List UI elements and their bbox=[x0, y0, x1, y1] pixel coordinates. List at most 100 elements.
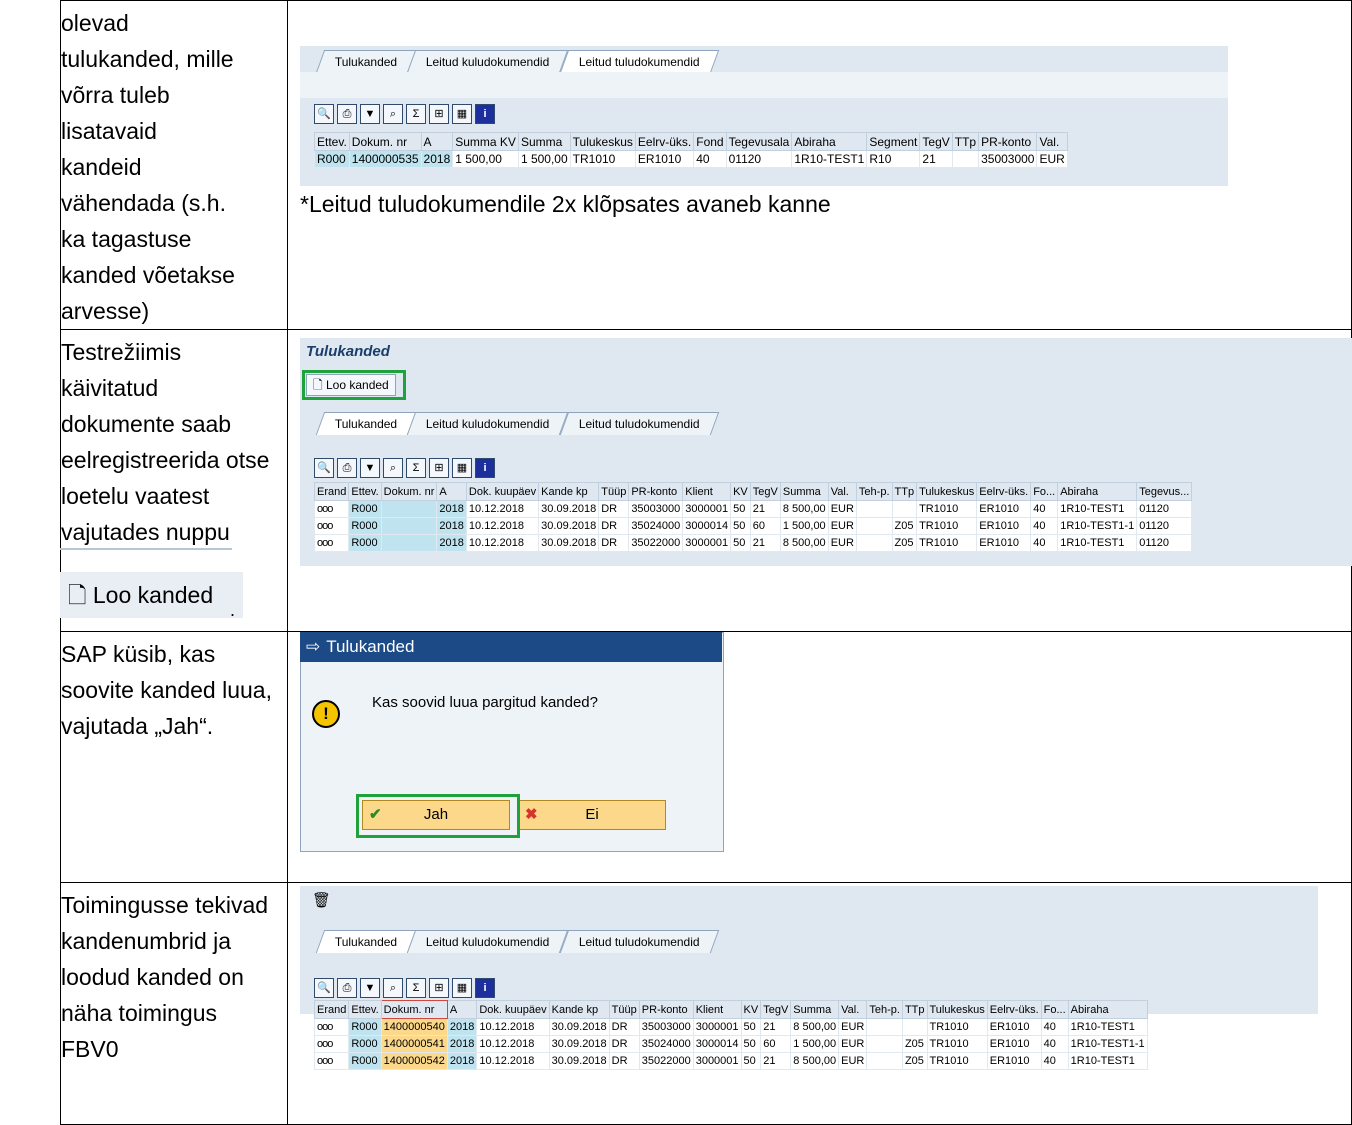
tab-tuludokumendid[interactable]: Leitud tuludokumendid bbox=[559, 50, 719, 73]
cell[interactable]: EUR bbox=[1036, 150, 1068, 168]
cell[interactable]: 30.09.2018 bbox=[538, 534, 600, 552]
cell[interactable]: 2018 bbox=[446, 1035, 478, 1053]
table-row[interactable]: ooo R000 2018 10.12.2018 30.09.2018 DR 3… bbox=[313, 534, 1193, 552]
loo-kanded-big-button[interactable]: 🗋 Loo kanded bbox=[60, 572, 244, 618]
col-header[interactable]: Dokum. nr bbox=[380, 482, 438, 501]
cell[interactable]: 1400000535 bbox=[348, 150, 422, 168]
cell[interactable] bbox=[380, 534, 438, 552]
cell[interactable]: 60 bbox=[749, 517, 781, 535]
col-header[interactable]: Tulukeskus bbox=[916, 482, 978, 501]
cell[interactable]: TR1010 bbox=[569, 150, 636, 168]
cell[interactable]: TR1010 bbox=[926, 1052, 988, 1070]
export-icon[interactable]: ⊞ bbox=[429, 978, 449, 998]
print-icon[interactable]: ⎙ bbox=[337, 978, 357, 998]
cell[interactable]: 35022000 bbox=[628, 534, 684, 552]
cell[interactable]: TR1010 bbox=[916, 534, 978, 552]
cell[interactable]: EUR bbox=[838, 1018, 868, 1036]
cell[interactable]: EUR bbox=[827, 534, 857, 552]
cell[interactable]: TR1010 bbox=[926, 1035, 988, 1053]
col-header[interactable]: A bbox=[446, 1000, 478, 1019]
cell[interactable]: 10.12.2018 bbox=[476, 1052, 550, 1070]
sum-icon[interactable]: Σ bbox=[406, 978, 426, 998]
cell[interactable]: 3000001 bbox=[692, 1052, 742, 1070]
col-header[interactable]: A bbox=[420, 132, 454, 151]
cell[interactable]: 30.09.2018 bbox=[548, 1035, 610, 1053]
cell[interactable]: EUR bbox=[838, 1035, 868, 1053]
cell[interactable]: DR bbox=[598, 500, 630, 518]
cell[interactable]: R000 bbox=[348, 1018, 382, 1036]
cell[interactable]: R000 bbox=[348, 1035, 382, 1053]
table-row[interactable]: ooo R000 1400000541 2018 10.12.2018 30.0… bbox=[313, 1035, 1148, 1053]
cell[interactable]: EUR bbox=[827, 500, 857, 518]
layout-icon[interactable]: ▦ bbox=[452, 978, 472, 998]
col-header[interactable]: Summa KV bbox=[452, 132, 519, 151]
cell[interactable]: 60 bbox=[760, 1035, 792, 1053]
tab-kuludokumendid[interactable]: Leitud kuludokumendid bbox=[407, 412, 569, 435]
info-icon[interactable]: i bbox=[475, 458, 495, 478]
cell[interactable]: ER1010 bbox=[976, 534, 1032, 552]
cell[interactable] bbox=[380, 517, 438, 535]
col-header[interactable]: Dokum. nr bbox=[348, 132, 422, 151]
cell[interactable]: 40 bbox=[1040, 1018, 1069, 1036]
cell[interactable]: 1400000540 bbox=[380, 1018, 448, 1036]
tab-kuludokumendid[interactable]: Leitud kuludokumendid bbox=[407, 50, 569, 73]
export-icon[interactable]: ⊞ bbox=[429, 104, 449, 124]
cell[interactable]: 1R10-TEST1 bbox=[1067, 1052, 1148, 1070]
cell[interactable]: 3000014 bbox=[692, 1035, 742, 1053]
sum-icon[interactable]: Σ bbox=[406, 458, 426, 478]
col-header[interactable]: Eelrv-üks. bbox=[976, 482, 1032, 501]
cell[interactable]: 2018 bbox=[446, 1052, 478, 1070]
col-header[interactable]: Val. bbox=[838, 1000, 868, 1019]
col-header[interactable]: Segment bbox=[866, 132, 921, 151]
cell[interactable]: TR1010 bbox=[916, 500, 978, 518]
cell[interactable]: Z05 bbox=[891, 534, 918, 552]
col-header[interactable]: Kande kp bbox=[538, 482, 600, 501]
filter-icon[interactable]: ▼ bbox=[360, 978, 380, 998]
cell[interactable] bbox=[855, 534, 893, 552]
cell[interactable]: 01120 bbox=[1136, 500, 1193, 518]
col-header[interactable]: PR-konto bbox=[628, 482, 684, 501]
col-header[interactable]: Abiraha bbox=[1067, 1000, 1148, 1019]
cell[interactable]: 10.12.2018 bbox=[465, 517, 540, 535]
tab-tuludokumendid[interactable]: Leitud tuludokumendid bbox=[559, 412, 719, 435]
col-header[interactable]: TTp bbox=[891, 482, 918, 501]
col-header[interactable]: Eelrv-üks. bbox=[986, 1000, 1042, 1019]
cell[interactable]: TR1010 bbox=[926, 1018, 988, 1036]
cell[interactable] bbox=[855, 517, 893, 535]
details-icon[interactable]: 🔍 bbox=[314, 978, 334, 998]
cell[interactable]: 35022000 bbox=[638, 1052, 694, 1070]
cell[interactable]: 2018 bbox=[436, 517, 467, 535]
cell[interactable]: 2018 bbox=[446, 1018, 478, 1036]
cell[interactable]: 35003000 bbox=[978, 150, 1038, 168]
col-header[interactable]: PR-konto bbox=[978, 132, 1038, 151]
cell[interactable]: 35003000 bbox=[638, 1018, 694, 1036]
col-header[interactable]: Fo... bbox=[1040, 1000, 1069, 1019]
col-header[interactable]: Ettev. bbox=[314, 132, 350, 151]
col-header[interactable]: Ettev. bbox=[348, 1000, 382, 1019]
cell[interactable]: 21 bbox=[749, 534, 781, 552]
cell[interactable]: 40 bbox=[1040, 1052, 1069, 1070]
col-header[interactable]: Val. bbox=[1036, 132, 1068, 151]
col-header[interactable]: Summa bbox=[517, 132, 571, 151]
sum-icon[interactable]: Σ bbox=[406, 104, 426, 124]
cell[interactable]: R000 bbox=[348, 517, 382, 535]
cell[interactable]: 1 500,00 bbox=[790, 1035, 840, 1053]
cell[interactable]: 8 500,00 bbox=[790, 1052, 840, 1070]
col-header[interactable]: TegV bbox=[749, 482, 781, 501]
cell[interactable]: 1R10-TEST1 bbox=[791, 150, 868, 168]
cell[interactable]: EUR bbox=[827, 517, 857, 535]
info-icon[interactable]: i bbox=[475, 104, 495, 124]
table-row[interactable]: ooo R000 2018 10.12.2018 30.09.2018 DR 3… bbox=[313, 500, 1193, 518]
col-header[interactable]: Dokum. nr bbox=[380, 1000, 448, 1019]
col-header[interactable]: Tegevusala bbox=[725, 132, 793, 151]
cell[interactable]: ER1010 bbox=[634, 150, 695, 168]
cell[interactable]: 10.12.2018 bbox=[476, 1018, 550, 1036]
cell[interactable]: 35024000 bbox=[638, 1035, 694, 1053]
cell[interactable]: 50 bbox=[730, 534, 751, 552]
cell[interactable]: 40 bbox=[1040, 1035, 1069, 1053]
cell[interactable] bbox=[866, 1052, 903, 1070]
col-header[interactable]: Abiraha bbox=[791, 132, 868, 151]
cell[interactable]: R000 bbox=[348, 534, 382, 552]
cell[interactable] bbox=[866, 1035, 903, 1053]
info-icon[interactable]: i bbox=[475, 978, 495, 998]
